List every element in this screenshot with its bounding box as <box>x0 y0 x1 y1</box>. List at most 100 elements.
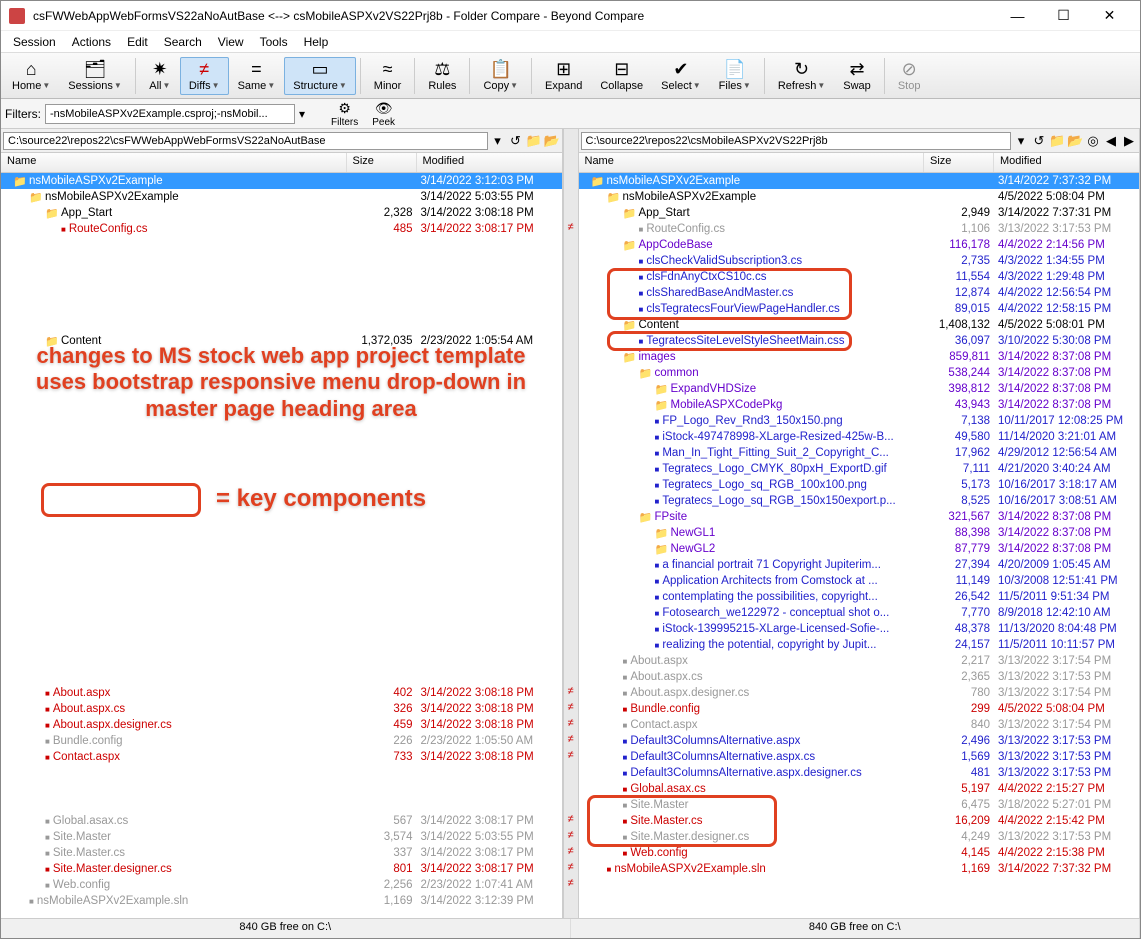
file-row[interactable] <box>1 509 562 525</box>
file-row[interactable] <box>1 605 562 621</box>
toolbar-same-button[interactable]: =Same▼ <box>229 57 285 95</box>
toolbar-all-button[interactable]: ✷All▼ <box>140 57 180 95</box>
folder-row[interactable]: 📁nsMobileASPXv2Example3/14/2022 7:37:32 … <box>579 173 1140 189</box>
folder-row[interactable]: 📁App_Start2,3283/14/2022 3:08:18 PM <box>1 205 562 221</box>
menu-session[interactable]: Session <box>5 33 64 51</box>
file-row[interactable] <box>1 413 562 429</box>
toolbar-sessions-button[interactable]: 🗂Sessions▼ <box>59 57 131 95</box>
nav-back-icon[interactable]: ◀ <box>1103 133 1119 149</box>
file-row[interactable]: ■Default3ColumnsAlternative.aspx.cs1,569… <box>579 749 1140 765</box>
file-row[interactable] <box>1 589 562 605</box>
file-row[interactable] <box>1 653 562 669</box>
file-row[interactable]: ■FP_Logo_Rev_Rnd3_150x150.png7,13810/11/… <box>579 413 1140 429</box>
file-row[interactable]: ■Site.Master.cs3373/14/2022 3:08:17 PM <box>1 845 562 861</box>
file-row[interactable]: ■About.aspx.cs2,3653/13/2022 3:17:53 PM <box>579 669 1140 685</box>
folder-row[interactable]: 📁AppCodeBase116,1784/4/2022 2:14:56 PM <box>579 237 1140 253</box>
toolbar-refresh-button[interactable]: ↻Refresh▼ <box>769 57 834 95</box>
file-row[interactable]: ■nsMobileASPXv2Example.sln1,1693/14/2022… <box>1 893 562 909</box>
file-row[interactable]: ■Default3ColumnsAlternative.aspx2,4963/1… <box>579 733 1140 749</box>
file-row[interactable] <box>1 301 562 317</box>
left-file-list[interactable]: changes to MS stock web app project temp… <box>1 173 562 918</box>
folder-row[interactable]: 📁NewGL287,7793/14/2022 8:37:08 PM <box>579 541 1140 557</box>
file-row[interactable] <box>1 461 562 477</box>
file-row[interactable]: ■nsMobileASPXv2Example.sln1,1693/14/2022… <box>579 861 1140 877</box>
file-row[interactable] <box>1 541 562 557</box>
file-row[interactable]: ■clsCheckValidSubscription3.cs2,7354/3/2… <box>579 253 1140 269</box>
file-row[interactable]: ■Tegratecs_Logo_sq_RGB_100x100.png5,1731… <box>579 477 1140 493</box>
file-row[interactable]: ■Default3ColumnsAlternative.aspx.designe… <box>579 765 1140 781</box>
toolbar-copy-button[interactable]: 📋Copy▼ <box>474 57 527 95</box>
menu-search[interactable]: Search <box>156 33 210 51</box>
toolbar-diffs-button[interactable]: ≠Diffs▼ <box>180 57 229 95</box>
file-row[interactable]: ■Application Architects from Comstock at… <box>579 573 1140 589</box>
file-row[interactable] <box>1 621 562 637</box>
file-row[interactable] <box>1 365 562 381</box>
file-row[interactable] <box>1 237 562 253</box>
menu-edit[interactable]: Edit <box>119 33 156 51</box>
file-row[interactable]: ■Global.asax.cs5673/14/2022 3:08:17 PM <box>1 813 562 829</box>
toolbar-home-button[interactable]: ⌂Home▼ <box>3 57 59 95</box>
menu-tools[interactable]: Tools <box>252 33 296 51</box>
up-icon[interactable]: 📂 <box>1067 133 1083 149</box>
close-button[interactable]: ✕ <box>1087 2 1132 30</box>
menu-actions[interactable]: Actions <box>64 33 119 51</box>
file-row[interactable]: ■Man_In_Tight_Fitting_Suit_2_Copyright_C… <box>579 445 1140 461</box>
folder-row[interactable]: 📁nsMobileASPXv2Example4/5/2022 5:08:04 P… <box>579 189 1140 205</box>
folder-row[interactable]: 📁common538,2443/14/2022 8:37:08 PM <box>579 365 1140 381</box>
file-row[interactable]: ■RouteConfig.cs1,1063/13/2022 3:17:53 PM <box>579 221 1140 237</box>
file-row[interactable]: ■clsSharedBaseAndMaster.cs12,8744/4/2022… <box>579 285 1140 301</box>
folder-row[interactable]: 📁App_Start2,9493/14/2022 7:37:31 PM <box>579 205 1140 221</box>
file-row[interactable]: ■a financial portrait 71 Copyright Jupit… <box>579 557 1140 573</box>
file-row[interactable] <box>1 397 562 413</box>
right-path-input[interactable] <box>581 132 1012 150</box>
file-row[interactable]: ■Bundle.config2994/5/2022 5:08:04 PM <box>579 701 1140 717</box>
maximize-button[interactable]: ☐ <box>1041 2 1086 30</box>
file-row[interactable]: ■About.aspx4023/14/2022 3:08:18 PM <box>1 685 562 701</box>
toolbar-collapse-button[interactable]: ⊟Collapse <box>591 57 652 95</box>
file-row[interactable]: ■Site.Master.designer.cs8013/14/2022 3:0… <box>1 861 562 877</box>
folder-row[interactable]: 📁Content1,372,0352/23/2022 1:05:54 AM <box>1 333 562 349</box>
file-row[interactable]: ■Contact.aspx8403/13/2022 3:17:54 PM <box>579 717 1140 733</box>
file-row[interactable] <box>1 573 562 589</box>
file-row[interactable] <box>1 477 562 493</box>
file-row[interactable] <box>1 797 562 813</box>
folder-row[interactable]: 📁nsMobileASPXv2Example3/14/2022 3:12:03 … <box>1 173 562 189</box>
left-path-input[interactable] <box>3 132 488 150</box>
toolbar-rules-button[interactable]: ⚖Rules <box>419 57 465 95</box>
file-row[interactable] <box>1 253 562 269</box>
col-name[interactable]: Name <box>1 153 347 172</box>
file-row[interactable]: ■contemplating the possibilities, copyri… <box>579 589 1140 605</box>
file-row[interactable] <box>1 669 562 685</box>
file-row[interactable]: ■About.aspx.designer.cs4593/14/2022 3:08… <box>1 717 562 733</box>
file-row[interactable] <box>1 445 562 461</box>
file-row[interactable]: ■Web.config4,1454/4/2022 2:15:38 PM <box>579 845 1140 861</box>
menu-help[interactable]: Help <box>296 33 337 51</box>
file-row[interactable] <box>1 317 562 333</box>
file-row[interactable] <box>1 781 562 797</box>
toolbar-expand-button[interactable]: ⊞Expand <box>536 57 591 95</box>
history-icon[interactable]: ↺ <box>1031 133 1047 149</box>
file-row[interactable] <box>1 525 562 541</box>
file-row[interactable] <box>1 429 562 445</box>
toolbar-structure-button[interactable]: ▭Structure▼ <box>284 57 356 95</box>
file-row[interactable]: ■About.aspx.designer.cs7803/13/2022 3:17… <box>579 685 1140 701</box>
folder-row[interactable]: 📁images859,8113/14/2022 8:37:08 PM <box>579 349 1140 365</box>
file-row[interactable]: ■Site.Master.designer.cs4,2493/13/2022 3… <box>579 829 1140 845</box>
file-row[interactable] <box>1 269 562 285</box>
file-row[interactable]: ■TegratecsSiteLevelStyleSheetMain.css36,… <box>579 333 1140 349</box>
browse-icon[interactable]: 📁 <box>1049 133 1065 149</box>
file-row[interactable]: ■Tegratecs_Logo_sq_RGB_150x150export.p..… <box>579 493 1140 509</box>
filters-input[interactable] <box>45 104 295 124</box>
file-row[interactable]: ■Tegratecs_Logo_CMYK_80pxH_ExportD.gif7,… <box>579 461 1140 477</box>
peek-button[interactable]: 👁Peek <box>366 100 401 128</box>
history-icon[interactable]: ↺ <box>508 133 524 149</box>
filters-button[interactable]: ⚙Filters <box>325 100 364 128</box>
dropdown-icon[interactable]: ▾ <box>490 133 506 149</box>
folder-row[interactable]: 📁nsMobileASPXv2Example3/14/2022 5:03:55 … <box>1 189 562 205</box>
col-modified[interactable]: Modified <box>417 153 562 172</box>
file-row[interactable] <box>1 557 562 573</box>
file-row[interactable] <box>1 637 562 653</box>
filters-dropdown-icon[interactable]: ▾ <box>299 107 305 121</box>
nav-fwd-icon[interactable]: ▶ <box>1121 133 1137 149</box>
folder-row[interactable]: 📁FPsite321,5673/14/2022 8:37:08 PM <box>579 509 1140 525</box>
